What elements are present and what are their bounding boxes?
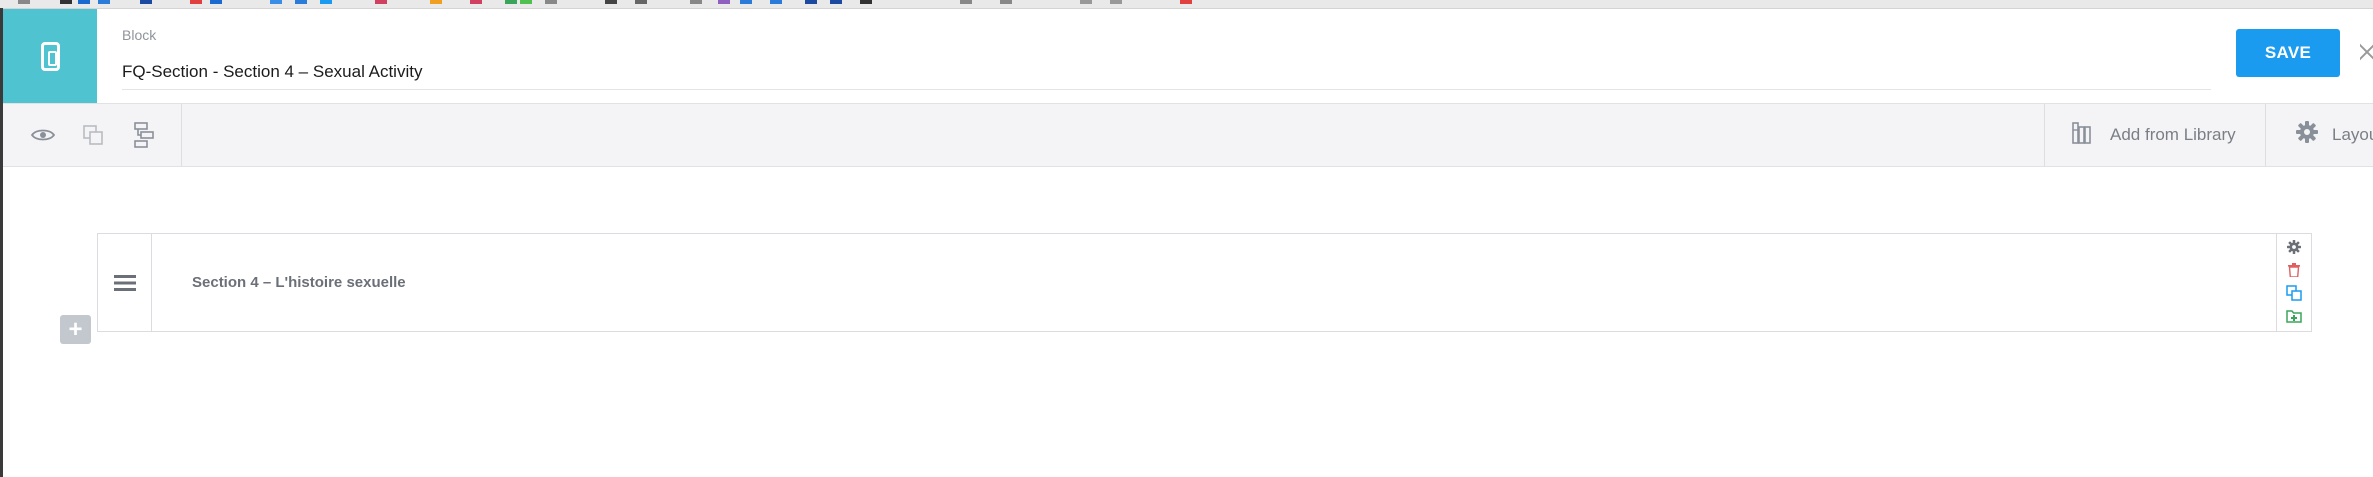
block-editor-header: Block SAVE <box>3 9 2373 103</box>
section-row: Section 4 – L'histoire sexuelle <box>97 233 2312 332</box>
toolbar-divider <box>181 104 182 166</box>
section-actions <box>2276 234 2311 331</box>
gear-icon <box>2296 121 2318 148</box>
editor-toolbar: Add from Library Layout <box>3 103 2373 167</box>
tree-structure-icon[interactable] <box>127 118 161 152</box>
eye-icon[interactable] <box>26 118 60 152</box>
mobile-device-icon <box>3 9 97 103</box>
add-from-library-button[interactable]: Add from Library <box>2060 104 2260 166</box>
library-icon <box>2072 122 2092 149</box>
toolbar-divider <box>2265 104 2266 166</box>
browser-bookmarks-strip <box>0 0 2373 9</box>
layout-settings-button[interactable]: Layout <box>2278 104 2373 166</box>
save-button[interactable]: SAVE <box>2236 29 2340 77</box>
folder-add-icon[interactable] <box>2285 307 2303 325</box>
copy-icon[interactable] <box>76 118 110 152</box>
add-row-button[interactable]: + <box>60 315 91 344</box>
block-type-label: Block <box>122 27 157 43</box>
close-icon[interactable] <box>2360 39 2373 65</box>
clone-icon[interactable] <box>2285 284 2303 302</box>
add-from-library-label: Add from Library <box>2110 125 2236 144</box>
gear-icon[interactable] <box>2285 238 2303 256</box>
layout-label: Layout <box>2332 125 2373 144</box>
section-title: Section 4 – L'histoire sexuelle <box>192 274 406 291</box>
toolbar-divider <box>2044 104 2045 166</box>
trash-icon[interactable] <box>2285 261 2303 279</box>
drag-handle-icon[interactable] <box>98 234 152 331</box>
block-title-input[interactable] <box>122 55 2211 90</box>
